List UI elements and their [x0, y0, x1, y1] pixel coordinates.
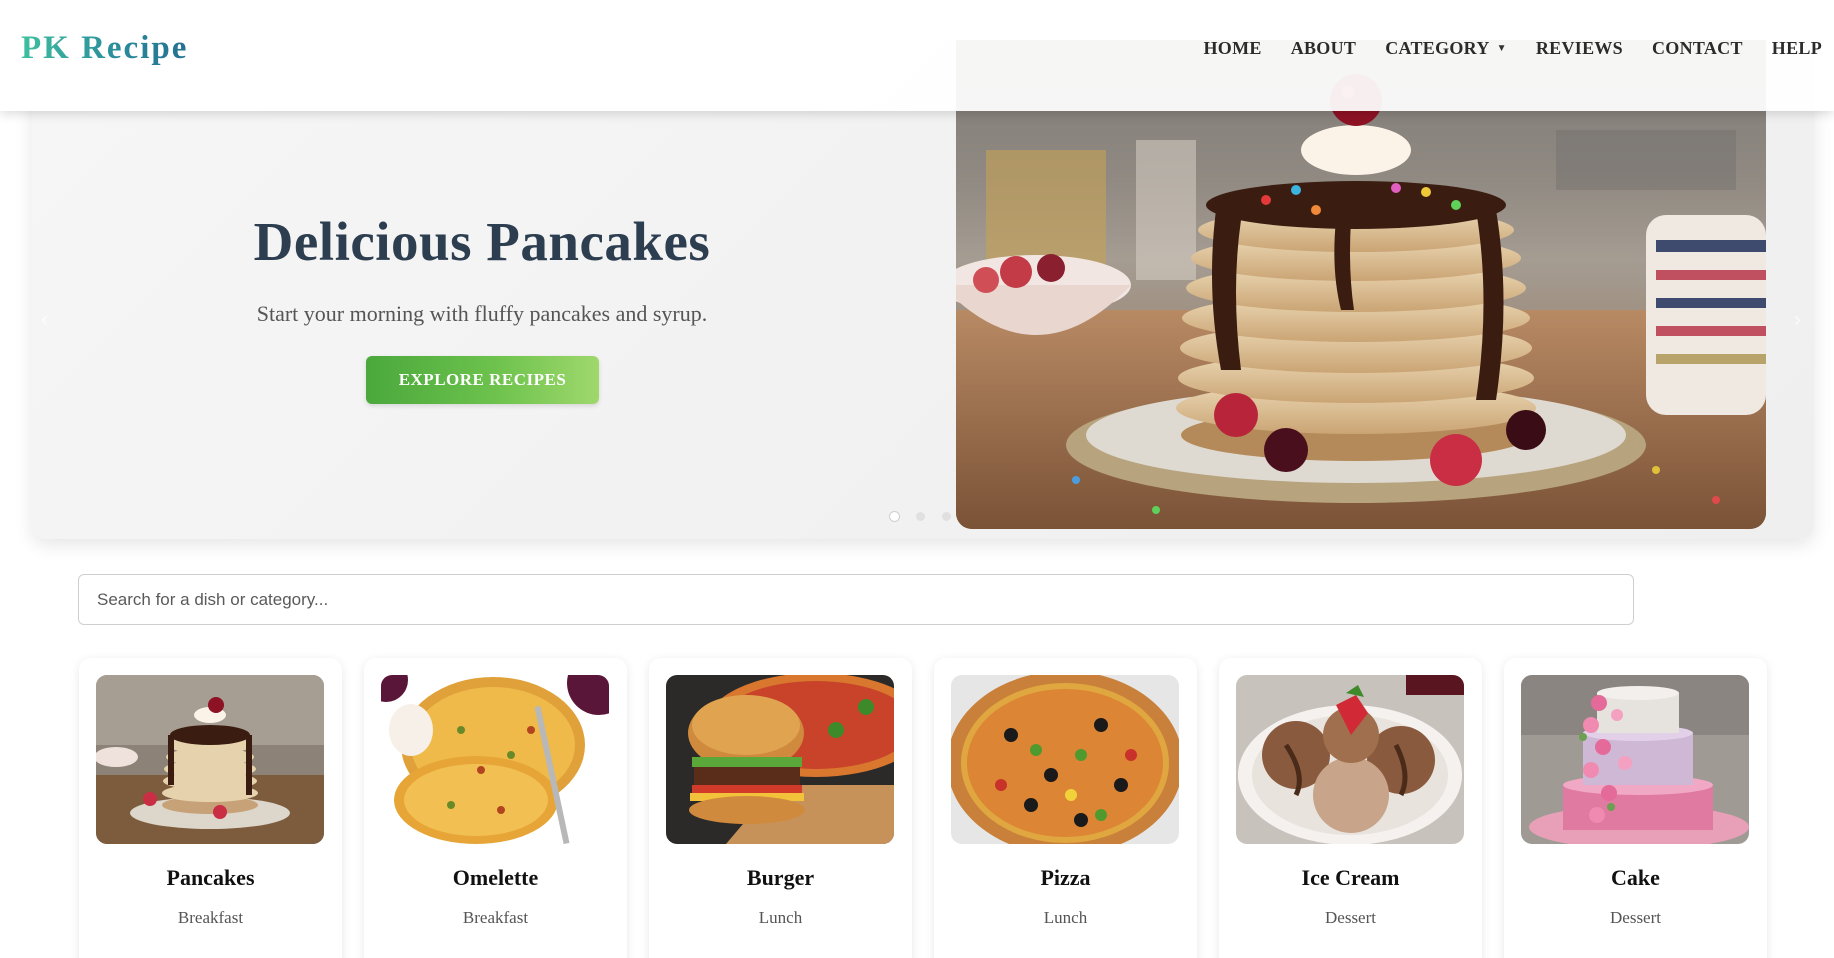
nav-home[interactable]: HOME	[1203, 38, 1261, 59]
recipe-card-category: Lunch	[758, 908, 803, 927]
recipe-card-title: Pizza	[1040, 865, 1091, 890]
cake-photo	[1521, 675, 1749, 844]
nav-help-label: HELP	[1771, 38, 1822, 58]
caret-down-icon: ▼	[1496, 43, 1507, 54]
nav-menu: HOME ABOUT CATEGORY ▼ REVIEWS CONTACT HEL…	[1203, 38, 1822, 59]
recipe-card-image	[1236, 675, 1464, 844]
pizza-photo	[951, 675, 1179, 844]
recipe-card-pizza[interactable]: Pizza Lunch	[934, 658, 1197, 958]
carousel-dot-3[interactable]	[942, 512, 951, 521]
recipe-card-list: Pancakes Breakfast Omelette Breakfast Bu…	[79, 658, 1767, 958]
site-logo[interactable]: PK Recipe	[21, 30, 188, 67]
ice-cream-photo	[1236, 675, 1464, 844]
omelette-photo	[381, 675, 609, 844]
nav-about[interactable]: ABOUT	[1291, 38, 1357, 59]
recipe-card-image	[96, 675, 324, 844]
recipe-card-image	[381, 675, 609, 844]
search-input[interactable]	[78, 574, 1634, 625]
carousel-indicators	[890, 512, 951, 521]
nav-category-label: CATEGORY	[1385, 38, 1490, 58]
recipe-card-image	[951, 675, 1179, 844]
nav-contact[interactable]: CONTACT	[1652, 38, 1743, 59]
nav-help[interactable]: HELP	[1772, 38, 1822, 59]
hero-carousel: Delicious Pancakes Start your morning wi…	[32, 40, 1814, 539]
recipe-card-ice-cream[interactable]: Ice Cream Dessert	[1219, 658, 1482, 958]
recipe-card-title: Burger	[746, 865, 815, 890]
recipe-card-title: Cake	[1611, 865, 1660, 890]
nav-reviews-label: REVIEWS	[1535, 38, 1623, 58]
navbar: PK Recipe HOME ABOUT CATEGORY ▼ REVIEWS C…	[0, 0, 1834, 111]
recipe-card-image	[1521, 675, 1749, 844]
hero-text-panel: Delicious Pancakes Start your morning wi…	[32, 40, 932, 539]
carousel-dot-2[interactable]	[916, 512, 925, 521]
nav-about-label: ABOUT	[1290, 38, 1357, 58]
nav-reviews[interactable]: REVIEWS	[1536, 38, 1623, 59]
carousel-prev-arrow[interactable]: ‹	[40, 308, 49, 333]
recipe-card-title: Ice Cream	[1301, 865, 1400, 890]
explore-recipes-button[interactable]: EXPLORE RECIPES	[366, 356, 599, 404]
nav-home-label: HOME	[1203, 38, 1262, 58]
burger-photo	[666, 675, 894, 844]
nav-contact-label: CONTACT	[1652, 38, 1743, 58]
recipe-card-pancakes[interactable]: Pancakes Breakfast	[79, 658, 342, 958]
recipe-card-omelette[interactable]: Omelette Breakfast	[364, 658, 627, 958]
recipe-card-category: Breakfast	[462, 908, 529, 927]
recipe-card-burger[interactable]: Burger Lunch	[649, 658, 912, 958]
pancake-stack-photo	[956, 40, 1766, 529]
pancakes-photo	[96, 675, 324, 844]
recipe-card-cake[interactable]: Cake Dessert	[1504, 658, 1767, 958]
recipe-card-category: Dessert	[1610, 908, 1661, 927]
hero-title: Delicious Pancakes	[253, 211, 711, 272]
recipe-card-title: Omelette	[452, 865, 539, 890]
hero-subtitle: Start your morning with fluffy pancakes …	[256, 301, 708, 326]
recipe-card-image	[666, 675, 894, 844]
carousel-next-arrow[interactable]: ›	[1793, 308, 1802, 333]
recipe-card-category: Lunch	[1043, 908, 1088, 927]
recipe-card-category: Dessert	[1325, 908, 1376, 927]
recipe-card-title: Pancakes	[166, 865, 255, 890]
hero-image	[956, 40, 1766, 529]
carousel-dot-1[interactable]	[890, 512, 899, 521]
nav-category[interactable]: CATEGORY ▼	[1385, 38, 1507, 59]
recipe-card-category: Breakfast	[177, 908, 244, 927]
